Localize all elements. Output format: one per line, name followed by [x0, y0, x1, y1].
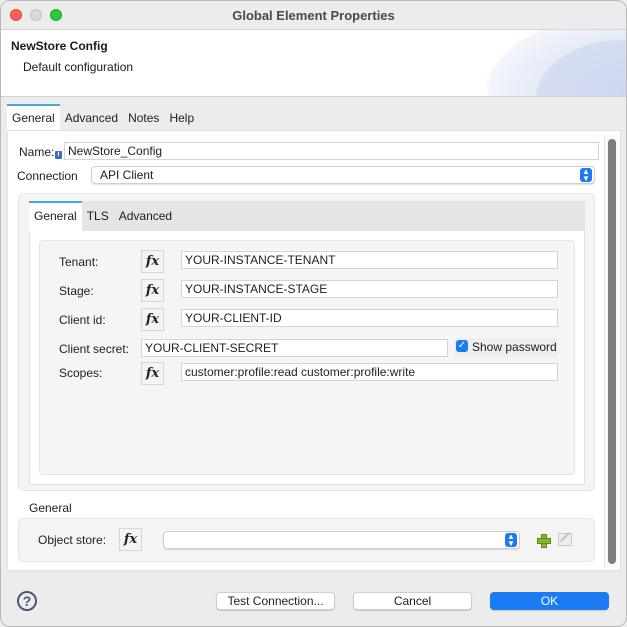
- connection-label: Connection: [17, 169, 78, 183]
- dialog-window: Global Element Properties NewStore Confi…: [0, 0, 627, 627]
- tenant-fx-button[interactable]: fx: [141, 250, 164, 273]
- tenant-label: Tenant:: [59, 255, 99, 269]
- test-connection-button[interactable]: Test Connection...: [216, 592, 335, 610]
- subtab-general[interactable]: General: [29, 201, 82, 231]
- add-icon[interactable]: [536, 533, 551, 548]
- client-id-fx-button[interactable]: fx: [141, 308, 164, 331]
- top-tab-bar: General Advanced Notes Help: [7, 104, 199, 130]
- tab-advanced[interactable]: Advanced: [60, 104, 123, 130]
- subtab-tls[interactable]: TLS: [82, 201, 114, 231]
- tab-notes[interactable]: Notes: [123, 104, 164, 130]
- object-store-fx-button[interactable]: fx: [119, 528, 142, 551]
- stage-fx-button[interactable]: fx: [141, 279, 164, 302]
- client-secret-label: Client secret:: [59, 342, 130, 356]
- client-id-input[interactable]: YOUR-CLIENT-ID: [181, 309, 558, 327]
- title-bar: Global Element Properties: [1, 1, 626, 30]
- fields-panel: [39, 240, 575, 475]
- sub-tabs: General TLS Advanced: [29, 201, 177, 231]
- object-store-select[interactable]: ▲ ▼: [163, 531, 520, 549]
- scrollbar-thumb[interactable]: [608, 139, 616, 564]
- object-store-label: Object store:: [38, 533, 107, 547]
- show-password-checkbox[interactable]: ✓: [456, 340, 468, 352]
- help-icon[interactable]: ?: [17, 591, 37, 611]
- cancel-button[interactable]: Cancel: [353, 592, 472, 610]
- stage-label: Stage:: [59, 284, 94, 298]
- client-id-label: Client id:: [59, 313, 106, 327]
- general-section-title: General: [29, 501, 72, 515]
- connection-select[interactable]: API Client ▲ ▼: [91, 166, 595, 184]
- stage-input[interactable]: YOUR-INSTANCE-STAGE: [181, 280, 558, 298]
- name-label: Name:: [19, 145, 55, 159]
- edit-icon[interactable]: [558, 533, 572, 546]
- subtab-advanced[interactable]: Advanced: [114, 201, 177, 231]
- ok-button[interactable]: OK: [490, 592, 609, 610]
- scopes-label: Scopes:: [59, 366, 103, 380]
- tab-general[interactable]: General: [7, 104, 60, 130]
- scopes-input[interactable]: customer:profile:read customer:profile:w…: [181, 363, 558, 381]
- show-password-toggle[interactable]: ✓ Show password: [454, 338, 558, 357]
- window-title: Global Element Properties: [232, 8, 395, 23]
- connection-select-value: API Client: [100, 168, 154, 182]
- config-title: NewStore Config: [11, 39, 108, 53]
- chevron-updown-icon: ▲ ▼: [505, 533, 517, 548]
- scopes-fx-button[interactable]: fx: [141, 362, 164, 385]
- chevron-updown-icon: ▲ ▼: [580, 168, 592, 183]
- tenant-input[interactable]: YOUR-INSTANCE-TENANT: [181, 251, 558, 269]
- client-secret-input[interactable]: YOUR-CLIENT-SECRET: [141, 339, 448, 357]
- show-password-label: Show password: [472, 340, 557, 354]
- info-icon: i: [55, 151, 62, 159]
- header-banner: NewStore Config Default configuration: [1, 30, 626, 97]
- name-input[interactable]: NewStore_Config: [64, 142, 599, 160]
- config-description: Default configuration: [23, 60, 134, 74]
- tab-help[interactable]: Help: [164, 104, 199, 130]
